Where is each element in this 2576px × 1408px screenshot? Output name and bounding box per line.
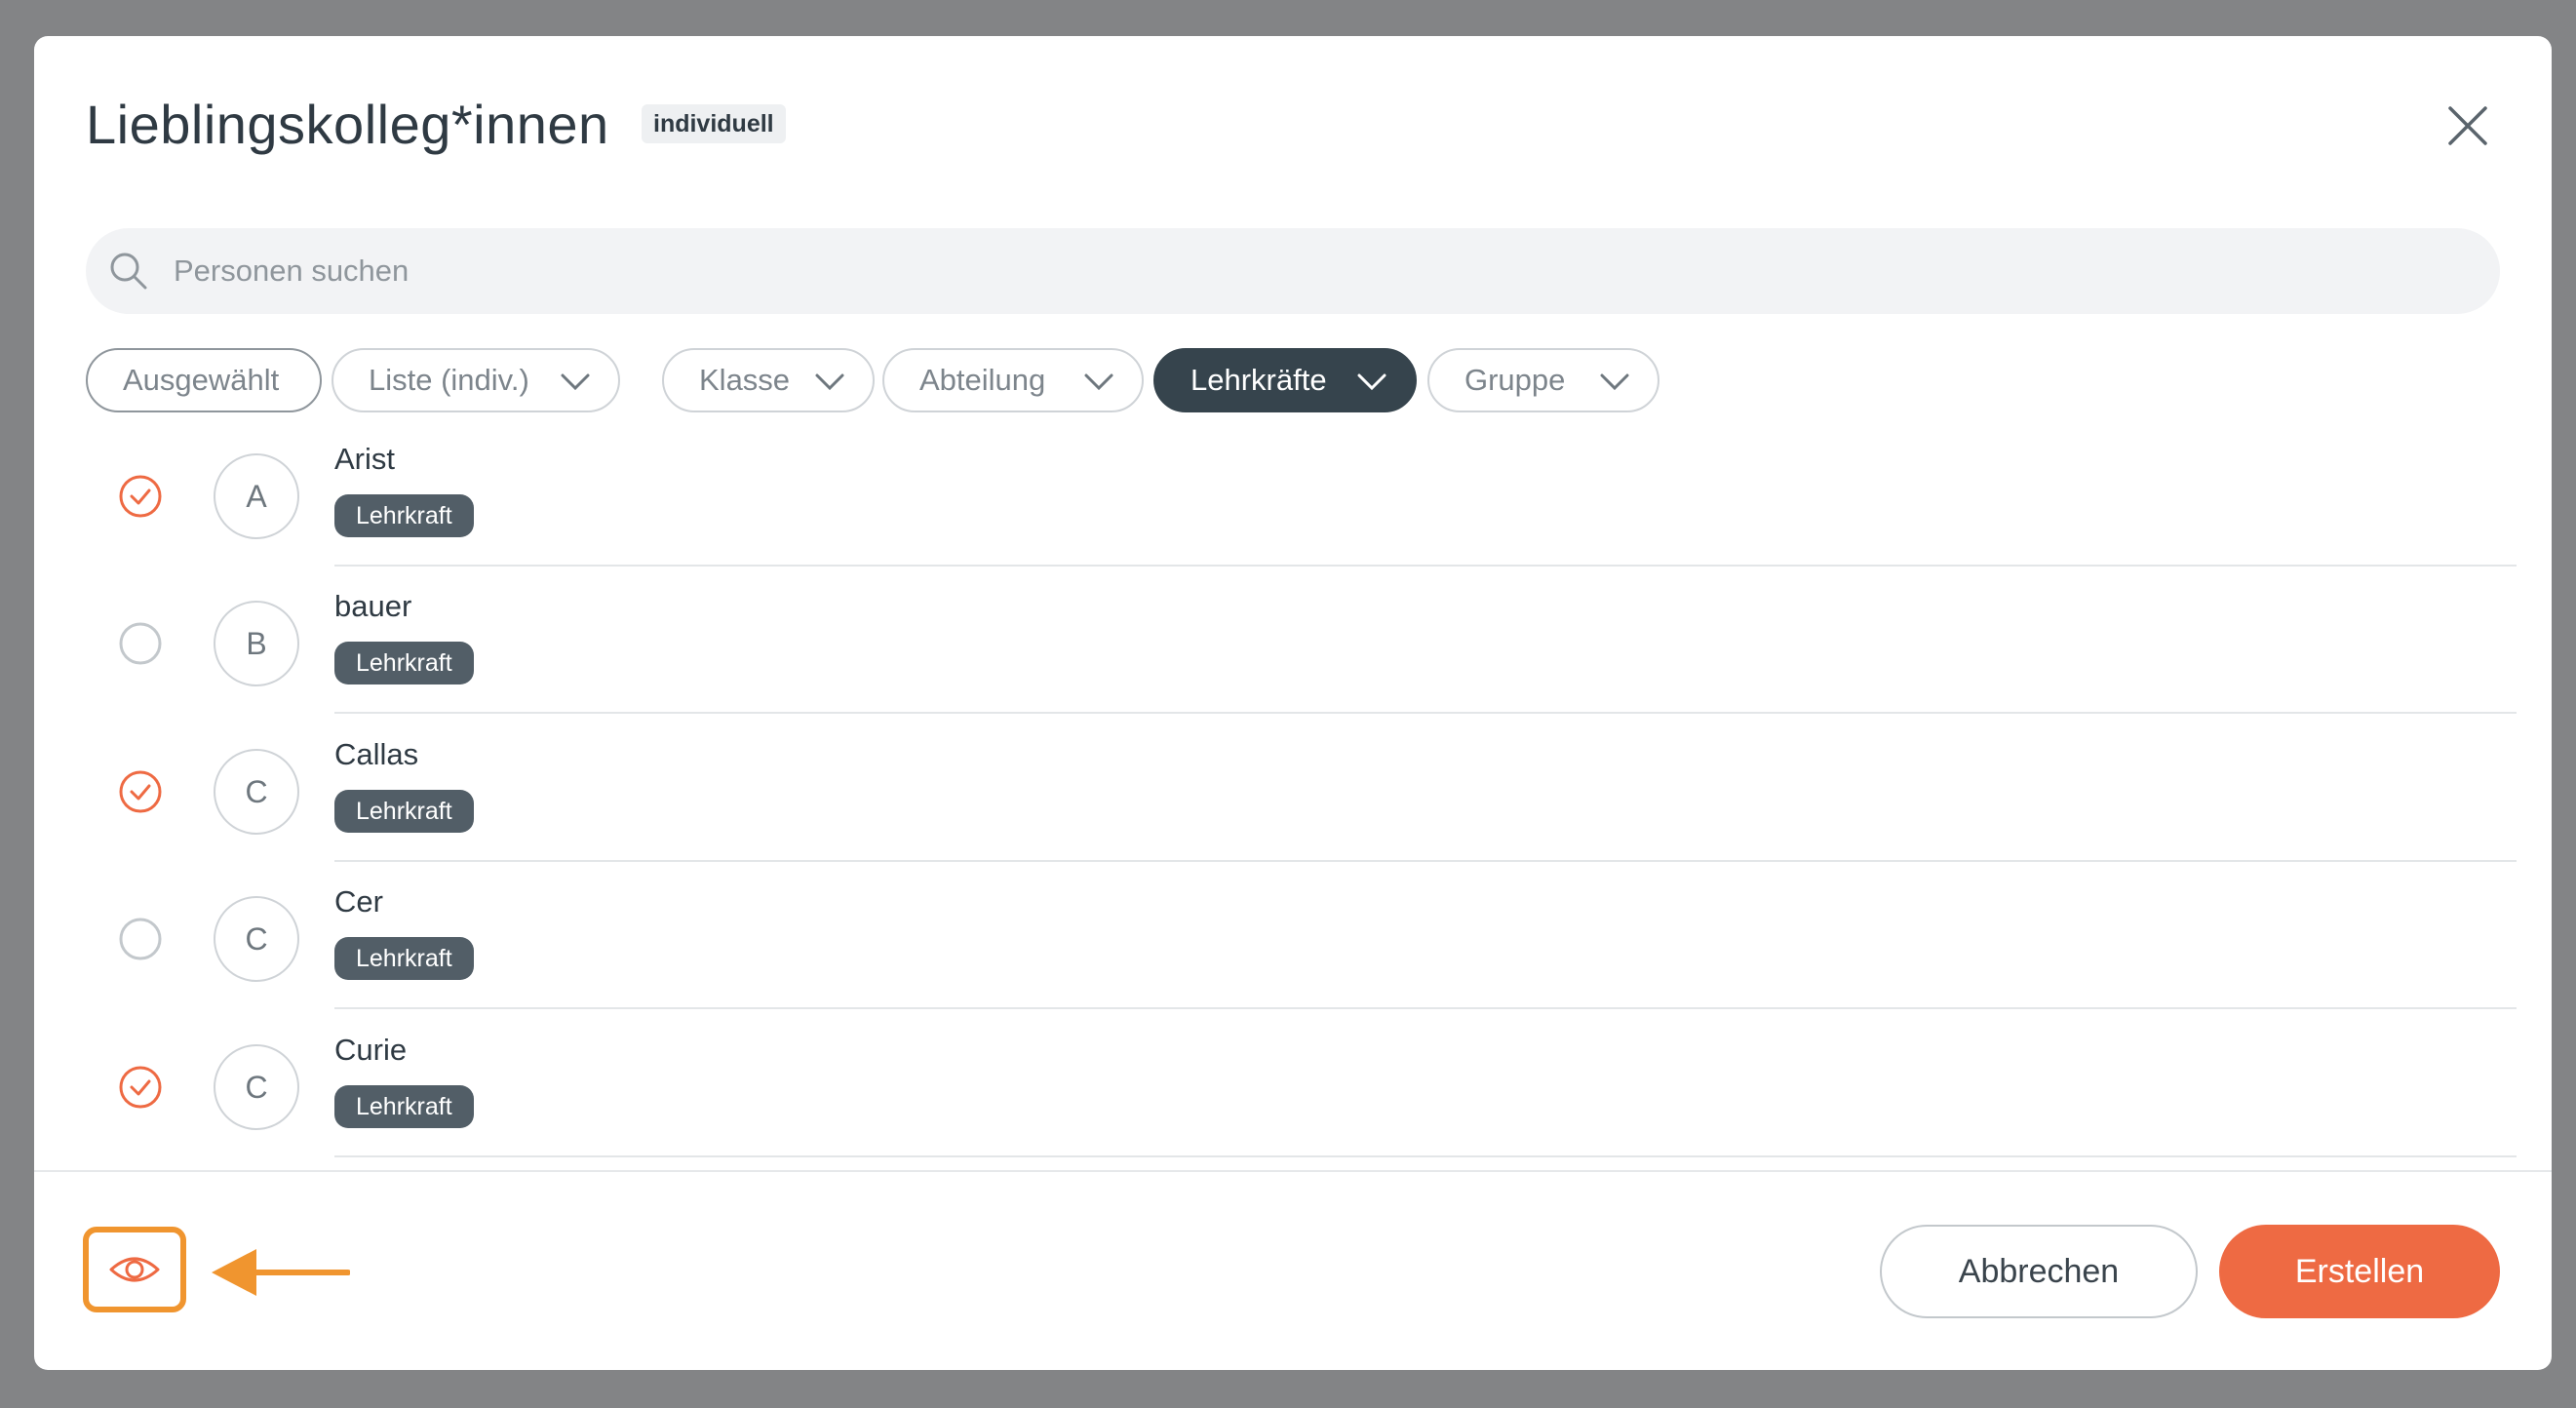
avatar: C — [214, 896, 299, 982]
empty-circle-icon[interactable] — [118, 621, 163, 666]
eye-icon — [109, 1257, 160, 1282]
search-icon — [110, 253, 147, 290]
divider — [334, 1007, 2517, 1009]
person-name: Arist — [334, 442, 395, 476]
close-icon — [2448, 106, 2487, 145]
list-item[interactable]: C Curie Lehrkraft — [34, 1017, 2552, 1165]
close-button[interactable] — [2442, 100, 2493, 151]
empty-circle-icon[interactable] — [118, 917, 163, 961]
filter-chip-label: Liste (indiv.) — [369, 363, 529, 397]
chevron-down-icon — [1600, 373, 1629, 391]
divider — [334, 1155, 2517, 1157]
filter-chip-ausgewaehlt[interactable]: Ausgewählt — [86, 348, 322, 412]
chevron-down-icon — [561, 373, 590, 391]
dialog: Lieblingskolleg*innen individuell Ausgew… — [34, 36, 2552, 1370]
role-tag: Lehrkraft — [334, 494, 474, 537]
role-tag: Lehrkraft — [334, 937, 474, 980]
list-item[interactable]: B bauer Lehrkraft — [34, 573, 2552, 722]
list-item[interactable]: C Cer Lehrkraft — [34, 869, 2552, 1017]
search-bar — [86, 228, 2500, 314]
role-tag: Lehrkraft — [334, 790, 474, 833]
filter-chip-gruppe[interactable]: Gruppe — [1427, 348, 1659, 412]
list-item[interactable]: C Callas Lehrkraft — [34, 722, 2552, 870]
filter-chip-label: Klasse — [699, 363, 791, 397]
chevron-down-icon — [1357, 373, 1386, 391]
avatar: A — [214, 453, 299, 539]
avatar: C — [214, 1044, 299, 1130]
create-button[interactable]: Erstellen — [2219, 1225, 2500, 1318]
filter-chip-klasse[interactable]: Klasse — [662, 348, 875, 412]
filter-chip-label: Lehrkräfte — [1190, 363, 1327, 397]
filter-chip-lehrkraefte[interactable]: Lehrkräfte — [1153, 348, 1417, 412]
person-name: Cer — [334, 884, 383, 919]
cancel-button[interactable]: Abbrechen — [1880, 1225, 2198, 1318]
chevron-down-icon — [815, 373, 844, 391]
avatar: C — [214, 749, 299, 835]
person-name: Curie — [334, 1033, 408, 1067]
person-name: bauer — [334, 589, 412, 623]
divider — [334, 565, 2517, 567]
filter-chip-liste[interactable]: Liste (indiv.) — [332, 348, 620, 412]
people-list[interactable]: A Arist Lehrkraft B bauer Lehrkraft C Ca… — [34, 436, 2552, 1208]
search-input[interactable] — [174, 228, 2416, 314]
person-name: Callas — [334, 737, 419, 771]
divider — [334, 712, 2517, 714]
avatar: B — [214, 601, 299, 686]
chevron-down-icon — [1084, 373, 1113, 391]
arrow-left-icon — [212, 1249, 350, 1296]
list-type-badge: individuell — [642, 104, 786, 143]
footer-divider — [34, 1170, 2552, 1172]
check-circle-icon[interactable] — [118, 1065, 163, 1110]
filter-chip-label: Gruppe — [1464, 363, 1566, 397]
filter-chip-abteilung[interactable]: Abteilung — [882, 348, 1144, 412]
role-tag: Lehrkraft — [334, 1085, 474, 1128]
role-tag: Lehrkraft — [334, 642, 474, 684]
check-circle-icon[interactable] — [118, 474, 163, 519]
check-circle-icon[interactable] — [118, 769, 163, 814]
dialog-title: Lieblingskolleg*innen — [86, 94, 609, 155]
preview-button[interactable] — [83, 1227, 186, 1312]
filter-chip-label: Ausgewählt — [123, 363, 280, 397]
list-item[interactable]: A Arist Lehrkraft — [34, 436, 2552, 574]
divider — [334, 860, 2517, 862]
filter-chip-label: Abteilung — [919, 363, 1046, 397]
